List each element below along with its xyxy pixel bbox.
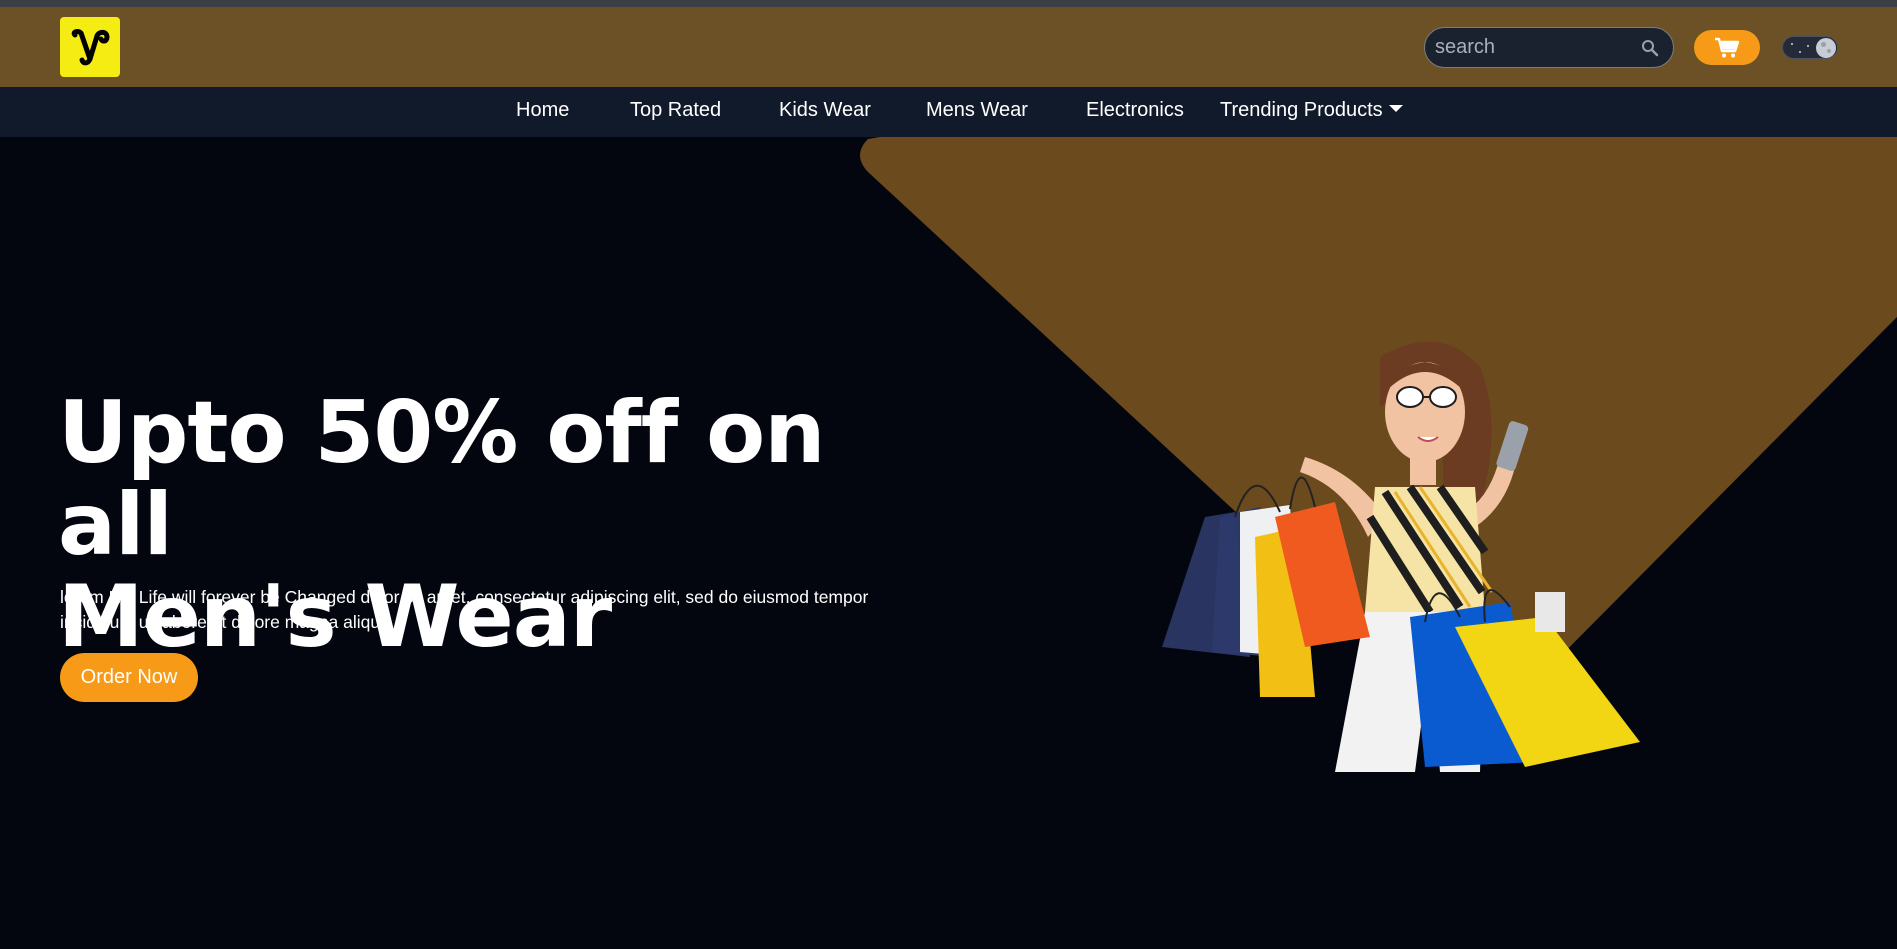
nav-item-trending-products[interactable]: Trending Products [1220,99,1403,125]
toggle-star [1807,45,1809,47]
hero-headline-line1: Upto 50% off on all [58,383,825,575]
toggle-star [1799,51,1801,53]
cart-button[interactable] [1694,30,1760,65]
logo-v-icon [71,29,110,66]
site-header [0,7,1897,87]
nav-item-mens-wear[interactable]: Mens Wear [926,99,1028,125]
dark-mode-toggle[interactable] [1782,36,1838,59]
hero-banner: Upto 50% off on all Men's Wear lorem His… [0,137,1897,949]
main-nav: Home Top Rated Kids Wear Mens Wear Elect… [0,87,1897,137]
toggle-knob-moon-icon [1816,38,1836,58]
hero-description: lorem His Life will forever be Changed d… [60,587,869,632]
nav-item-home[interactable]: Home [516,99,569,125]
search-input[interactable] [1435,32,1635,63]
search-icon[interactable] [1641,39,1659,57]
site-logo[interactable] [60,17,120,77]
cart-icon [1715,37,1740,57]
woman-shopping-bags-image [1162,341,1640,772]
toggle-star [1791,43,1793,45]
search-box [1424,27,1674,68]
caret-down-icon [1388,105,1403,113]
nav-item-electronics[interactable]: Electronics [1086,99,1184,125]
order-now-button[interactable]: Order Now [60,653,198,702]
nav-item-kids-wear[interactable]: Kids Wear [779,99,871,125]
nav-item-trending-label: Trending Products [1220,99,1383,121]
top-border [0,0,1897,7]
nav-item-top-rated[interactable]: Top Rated [630,99,721,125]
